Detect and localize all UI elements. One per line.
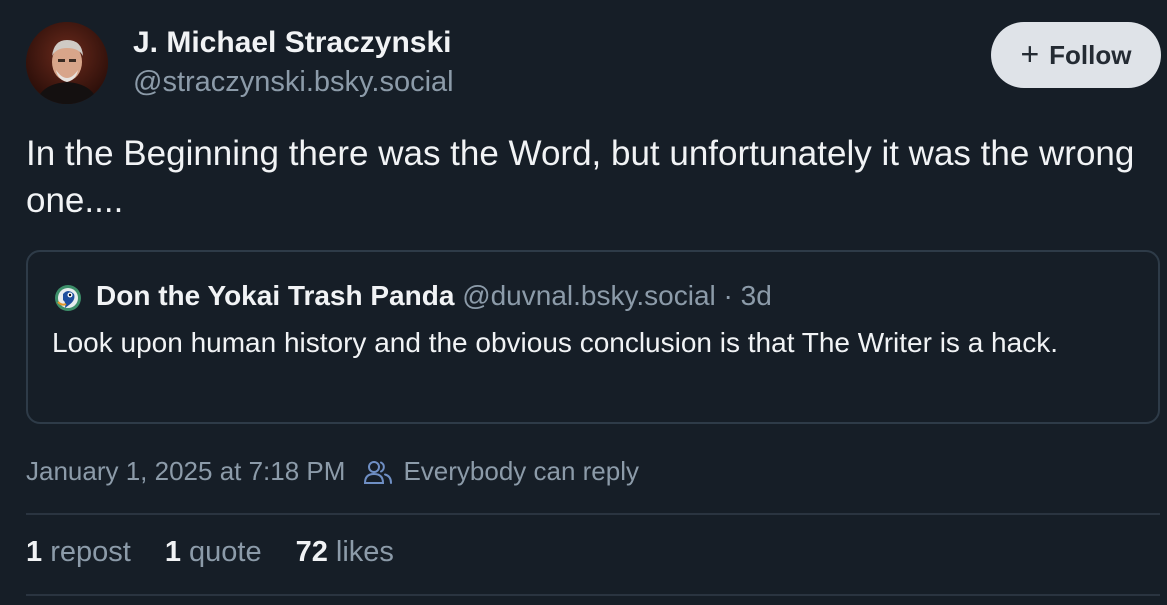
divider-bottom <box>26 594 1160 596</box>
quoted-author-name[interactable]: Don the Yokai Trash Panda <box>96 280 454 311</box>
quoted-post-card[interactable]: Don the Yokai Trash Panda @duvnal.bsky.s… <box>26 250 1160 424</box>
author-avatar-image <box>26 22 108 104</box>
quotes-stat[interactable]: 1 quote <box>165 536 262 569</box>
engagement-stats: 1 repost 1 quote 72 likes <box>26 536 394 569</box>
people-icon <box>363 459 393 485</box>
quoted-post-text: Look upon human history and the obvious … <box>52 327 1058 358</box>
divider-top <box>26 513 1160 515</box>
plus-icon: + <box>1020 35 1040 72</box>
follow-button-label: Follow <box>1049 39 1132 70</box>
quoted-author-avatar-image <box>55 285 81 311</box>
reposts-count: 1 <box>26 536 43 568</box>
author-handle[interactable]: @straczynski.bsky.social <box>133 66 454 99</box>
quoted-author-handle[interactable]: @duvnal.bsky.social <box>462 280 716 311</box>
quotes-label: quote <box>189 536 262 568</box>
quoted-post-age[interactable]: 3d <box>741 280 772 311</box>
likes-count: 72 <box>295 536 328 568</box>
author-name[interactable]: J. Michael Straczynski <box>133 26 452 60</box>
post-meta: January 1, 2025 at 7:18 PM Everybody can… <box>26 456 639 487</box>
reposts-stat[interactable]: 1 repost <box>26 536 131 569</box>
quotes-count: 1 <box>164 536 181 568</box>
header-separator: · <box>723 280 733 311</box>
quoted-post-header: Don the Yokai Trash Panda @duvnal.bsky.s… <box>96 280 772 312</box>
likes-label: likes <box>335 536 394 568</box>
author-avatar[interactable] <box>26 22 108 104</box>
reposts-label: repost <box>50 536 131 568</box>
quoted-author-avatar[interactable] <box>54 284 82 312</box>
post-text: In the Beginning there was the Word, but… <box>26 134 1135 220</box>
post-timestamp[interactable]: January 1, 2025 at 7:18 PM <box>26 456 345 487</box>
reply-setting[interactable]: Everybody can reply <box>403 456 639 487</box>
likes-stat[interactable]: 72 likes <box>296 536 394 569</box>
post-thread-view: J. Michael Straczynski @straczynski.bsky… <box>0 0 1167 605</box>
follow-button[interactable]: + Follow <box>991 22 1161 88</box>
